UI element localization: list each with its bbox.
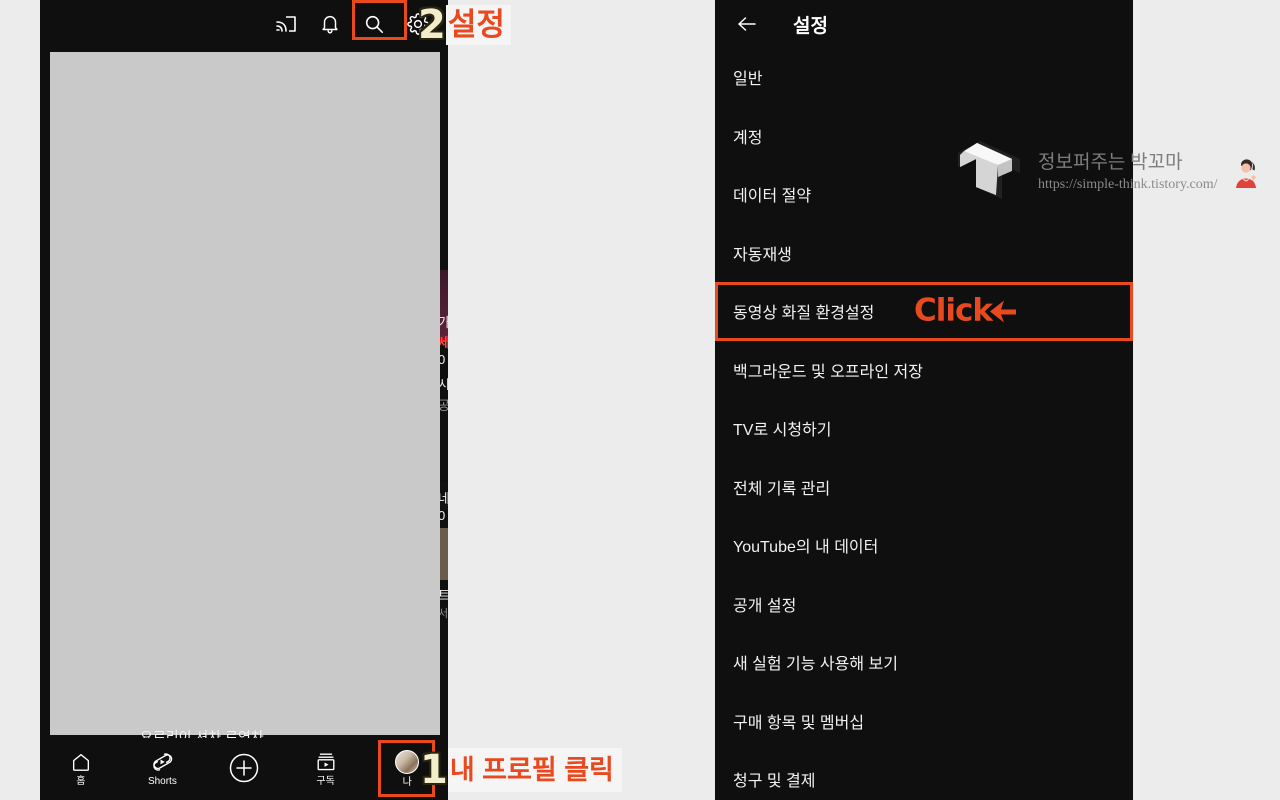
settings-item-label: 계정 <box>733 129 763 147</box>
settings-item-label: 전체 기록 관리 <box>733 480 831 498</box>
nav-item-create[interactable] <box>203 738 285 800</box>
settings-item-label: 백그라운드 및 오프라인 저장 <box>733 363 923 381</box>
youtube-app-screen: 가 세 0 시 공 네 0 트 서상 <box>40 0 448 800</box>
settings-item[interactable]: 일반 <box>715 48 1133 107</box>
settings-item[interactable]: TV로 시청하기 <box>715 399 1133 458</box>
home-icon <box>70 751 92 773</box>
settings-item-label: 동영상 화질 환경설정 <box>733 305 875 323</box>
page-title: 설정 <box>793 15 828 37</box>
nav-label-home: 홈 <box>76 776 86 787</box>
redacted-content-area <box>50 52 440 735</box>
nav-item-home[interactable]: 홈 <box>40 738 122 800</box>
settings-item-label: YouTube의 내 데이터 <box>733 539 879 557</box>
screenshot-stage: 가 세 0 시 공 네 0 트 서상 <box>0 0 1280 800</box>
step-1-label: 내 프로필 클릭 <box>447 748 622 792</box>
settings-item[interactable]: 청구 및 결제 <box>715 750 1133 800</box>
watermark-avatar-icon <box>1230 156 1264 190</box>
search-icon[interactable] <box>352 4 396 44</box>
settings-item-label: TV로 시청하기 <box>733 422 832 440</box>
settings-item[interactable]: 공개 설정 <box>715 575 1133 634</box>
settings-item-label: 청구 및 결제 <box>733 773 816 791</box>
click-arrow-icon <box>988 297 1018 325</box>
shorts-icon <box>151 751 173 773</box>
annotation-step-1: 1 내 프로필 클릭 <box>420 748 622 792</box>
settings-item-label: 새 실험 기능 사용해 보기 <box>733 656 898 674</box>
annotation-step-2: 2 설정 <box>418 2 511 48</box>
settings-item[interactable]: 백그라운드 및 오프라인 저장 <box>715 341 1133 400</box>
subscriptions-icon <box>315 751 337 773</box>
nav-item-shorts[interactable]: Shorts <box>122 738 204 800</box>
step-2-number: 2 <box>418 2 446 48</box>
settings-item-label: 데이터 절약 <box>733 188 812 206</box>
nav-label-subscriptions: 구독 <box>316 776 335 787</box>
step-1-number: 1 <box>420 747 448 793</box>
settings-screen: 설정 일반계정데이터 절약자동재생동영상 화질 환경설정 Click 백그라운드 및… <box>715 0 1133 800</box>
click-annotation: Click <box>914 292 1018 329</box>
nav-item-subscriptions[interactable]: 구독 <box>285 738 367 800</box>
settings-item[interactable]: YouTube의 내 데이터 <box>715 516 1133 575</box>
settings-item[interactable]: 계정 <box>715 107 1133 166</box>
back-arrow-icon[interactable] <box>733 10 761 38</box>
settings-header: 설정 <box>715 0 1133 48</box>
settings-item[interactable]: 새 실험 기능 사용해 보기 <box>715 633 1133 692</box>
avatar <box>395 750 420 774</box>
settings-item[interactable]: 구매 항목 및 멤버십 <box>715 692 1133 751</box>
settings-item-label: 공개 설정 <box>733 597 797 615</box>
settings-item-label: 일반 <box>733 71 763 89</box>
app-top-bar <box>40 0 448 48</box>
bottom-navigation-bar: 홈 Shorts 구독 나 <box>40 738 448 800</box>
step-2-label: 설정 <box>445 5 511 45</box>
settings-item[interactable]: 전체 기록 관리 <box>715 458 1133 517</box>
settings-item-label: 구매 항목 및 멤버십 <box>733 714 865 732</box>
create-plus-icon <box>227 751 261 785</box>
bell-icon[interactable] <box>308 4 352 44</box>
settings-list: 일반계정데이터 절약자동재생동영상 화질 환경설정 Click 백그라운드 및 오프… <box>715 48 1133 800</box>
settings-item[interactable]: 데이터 절약 <box>715 165 1133 224</box>
settings-item-label: 자동재생 <box>733 246 792 264</box>
settings-item[interactable]: 자동재생 <box>715 224 1133 283</box>
nav-label-you: 나 <box>402 777 412 788</box>
cast-icon[interactable] <box>264 4 308 44</box>
nav-label-shorts: Shorts <box>147 776 177 787</box>
settings-item-highlighted[interactable]: 동영상 화질 환경설정 Click <box>715 282 1133 341</box>
click-annotation-label: Click <box>914 292 993 329</box>
